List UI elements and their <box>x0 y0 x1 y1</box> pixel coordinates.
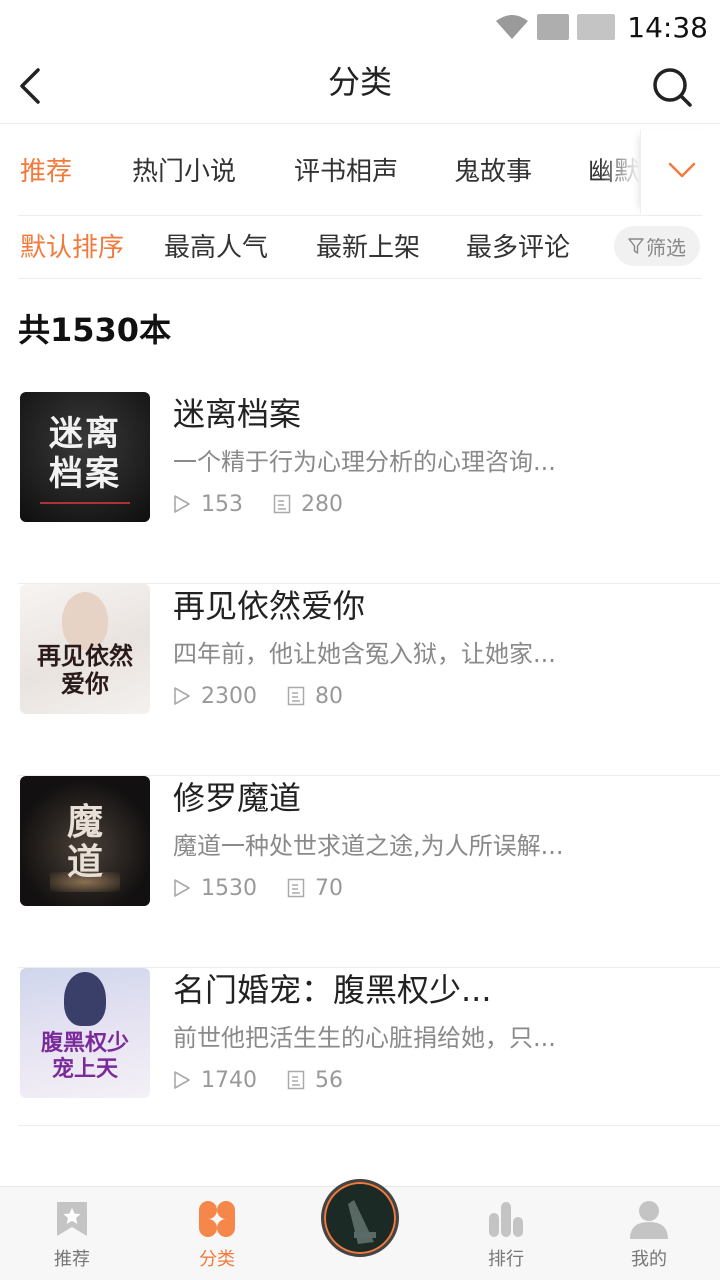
wifi-icon <box>496 15 529 39</box>
book-stats: 153 280 <box>173 488 343 520</box>
chapter-list-icon <box>287 1070 305 1090</box>
chapter-count: 70 <box>315 875 343 901</box>
battery-icon <box>577 14 616 40</box>
divider <box>18 278 702 279</box>
signal-icon <box>537 14 570 40</box>
sort-newest[interactable]: 最新上架 <box>316 230 420 266</box>
book-title: 迷离档案 <box>173 395 302 433</box>
status-time: 14:38 <box>627 10 708 44</box>
book-title: 名门婚宠：腹黑权少... <box>173 971 492 1009</box>
book-stats: 2300 80 <box>173 680 343 712</box>
play-icon <box>174 495 190 513</box>
filter-button[interactable]: 筛选 <box>614 226 700 266</box>
chapter-count: 280 <box>301 491 343 517</box>
book-stats: 1740 56 <box>173 1064 343 1096</box>
nav-label: 排行 <box>488 1249 524 1270</box>
tab-hot-novels[interactable]: 热门小说 <box>132 154 236 190</box>
chapter-list-icon <box>273 494 291 514</box>
nav-label: 推荐 <box>54 1249 90 1270</box>
book-description: 魔道一种处世求道之途,为人所误解... <box>173 832 564 860</box>
book-title: 再见依然爱你 <box>173 587 366 625</box>
tab-storytelling[interactable]: 评书相声 <box>294 154 398 190</box>
status-bar: 14:38 <box>0 0 720 52</box>
sort-popular[interactable]: 最高人气 <box>164 230 268 266</box>
bar-chart-icon <box>489 1202 523 1237</box>
play-count: 153 <box>201 491 243 517</box>
tab-ghost-stories[interactable]: 鬼故事 <box>454 154 532 190</box>
category-tabs: 推荐 热门小说 评书相声 鬼故事 幽默 <box>0 124 720 216</box>
expand-categories-button[interactable] <box>640 130 720 214</box>
play-icon <box>174 687 190 705</box>
book-cover: 再见依然爱你 <box>20 584 150 714</box>
book-stats: 1530 70 <box>173 872 343 904</box>
play-icon <box>174 879 190 897</box>
chevron-down-icon <box>668 162 696 178</box>
nav-category[interactable]: 分类 <box>167 1199 267 1280</box>
nav-mine[interactable]: 我的 <box>599 1199 699 1280</box>
play-count: 1530 <box>201 875 257 901</box>
play-count: 2300 <box>201 683 257 709</box>
sort-bar: 默认排序 最高人气 最新上架 最多评论 筛选 <box>0 216 720 278</box>
book-title: 修罗魔道 <box>173 779 302 817</box>
play-icon <box>174 1071 190 1089</box>
bookmark-star-icon <box>57 1202 87 1236</box>
category-grid-icon <box>199 1201 235 1237</box>
bottom-nav: 推荐 分类 排行 我的 <box>0 1179 720 1280</box>
tab-recommend[interactable]: 推荐 <box>20 154 72 190</box>
album-art-icon <box>348 1200 376 1244</box>
book-description: 前世他把活生生的心脏捐给她，只... <box>173 1024 556 1052</box>
book-cover: 腹黑权少宠上天 <box>20 968 150 1098</box>
total-count: 共1530本 <box>18 311 172 349</box>
sort-most-comments[interactable]: 最多评论 <box>466 230 570 266</box>
book-cover: 迷离档案 <box>20 392 150 522</box>
play-count: 1740 <box>201 1067 257 1093</box>
list-item[interactable]: 迷离档案 迷离档案 一个精于行为心理分析的心理咨询... 153 280 <box>18 392 720 584</box>
chapter-list-icon <box>287 686 305 706</box>
list-item[interactable]: 魔道 修罗魔道 魔道一种处世求道之途,为人所误解... 1530 70 <box>18 776 720 968</box>
nav-ranking[interactable]: 排行 <box>456 1199 556 1280</box>
nav-label: 我的 <box>631 1249 667 1270</box>
nav-label: 分类 <box>199 1249 235 1270</box>
search-icon <box>653 68 692 107</box>
now-playing-button[interactable] <box>321 1179 399 1257</box>
sort-default[interactable]: 默认排序 <box>20 230 124 266</box>
list-item[interactable]: 腹黑权少宠上天 名门婚宠：腹黑权少... 前世他把活生生的心脏捐给她，只... … <box>18 968 720 1126</box>
user-icon <box>630 1201 668 1239</box>
chapter-list-icon <box>287 878 305 898</box>
filter-label: 筛选 <box>646 235 686 260</box>
book-cover: 魔道 <box>20 776 150 906</box>
filter-icon <box>628 238 644 254</box>
nav-recommend[interactable]: 推荐 <box>22 1199 122 1280</box>
list-item[interactable]: 再见依然爱你 再见依然爱你 四年前，他让她含冤入狱，让她家... 2300 80 <box>18 584 720 776</box>
book-description: 一个精于行为心理分析的心理咨询... <box>173 448 556 476</box>
book-description: 四年前，他让她含冤入狱，让她家... <box>173 640 556 668</box>
chapter-count: 56 <box>315 1067 343 1093</box>
page-title: 分类 <box>327 63 392 101</box>
search-button[interactable] <box>644 58 700 114</box>
chapter-count: 80 <box>315 683 343 709</box>
title-bar: 分类 <box>0 52 720 124</box>
